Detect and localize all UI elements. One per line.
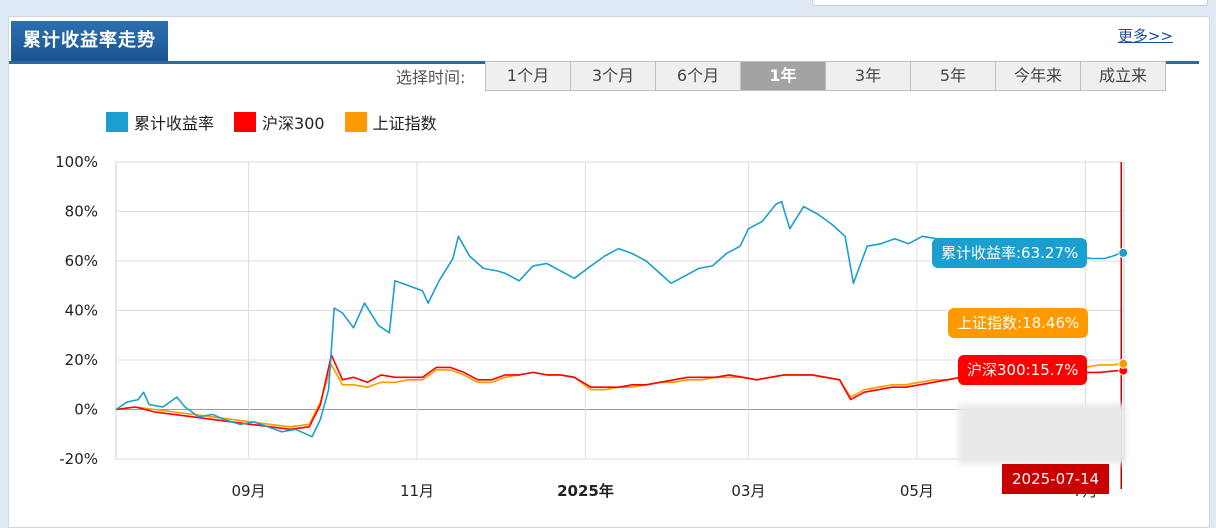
series-marker xyxy=(1118,247,1129,258)
y-tick-label: 80% xyxy=(65,203,98,221)
tooltip-hs300: 沪深300:15.7% xyxy=(958,355,1088,385)
x-tick-label: 2025年 xyxy=(557,482,614,500)
y-tick-label: 20% xyxy=(65,351,98,369)
blurred-overlay xyxy=(958,404,1126,464)
y-tick-label: 40% xyxy=(65,302,98,320)
x-tick-label: 11月 xyxy=(400,482,434,500)
y-tick-label: 0% xyxy=(74,401,98,419)
y-tick-label: -20% xyxy=(59,450,98,468)
x-tick-label: 03月 xyxy=(731,482,765,500)
tooltip-fund: 累计收益率:63.27% xyxy=(932,238,1088,268)
x-tick-label: 09月 xyxy=(232,482,266,500)
x-tick-label: 05月 xyxy=(900,482,934,500)
tooltip-date: 2025-07-14 xyxy=(1002,464,1110,494)
y-tick-label: 100% xyxy=(55,153,98,171)
series-marker xyxy=(1118,358,1129,369)
tooltip-sse: 上证指数:18.46% xyxy=(948,308,1089,338)
y-tick-label: 60% xyxy=(65,252,98,270)
